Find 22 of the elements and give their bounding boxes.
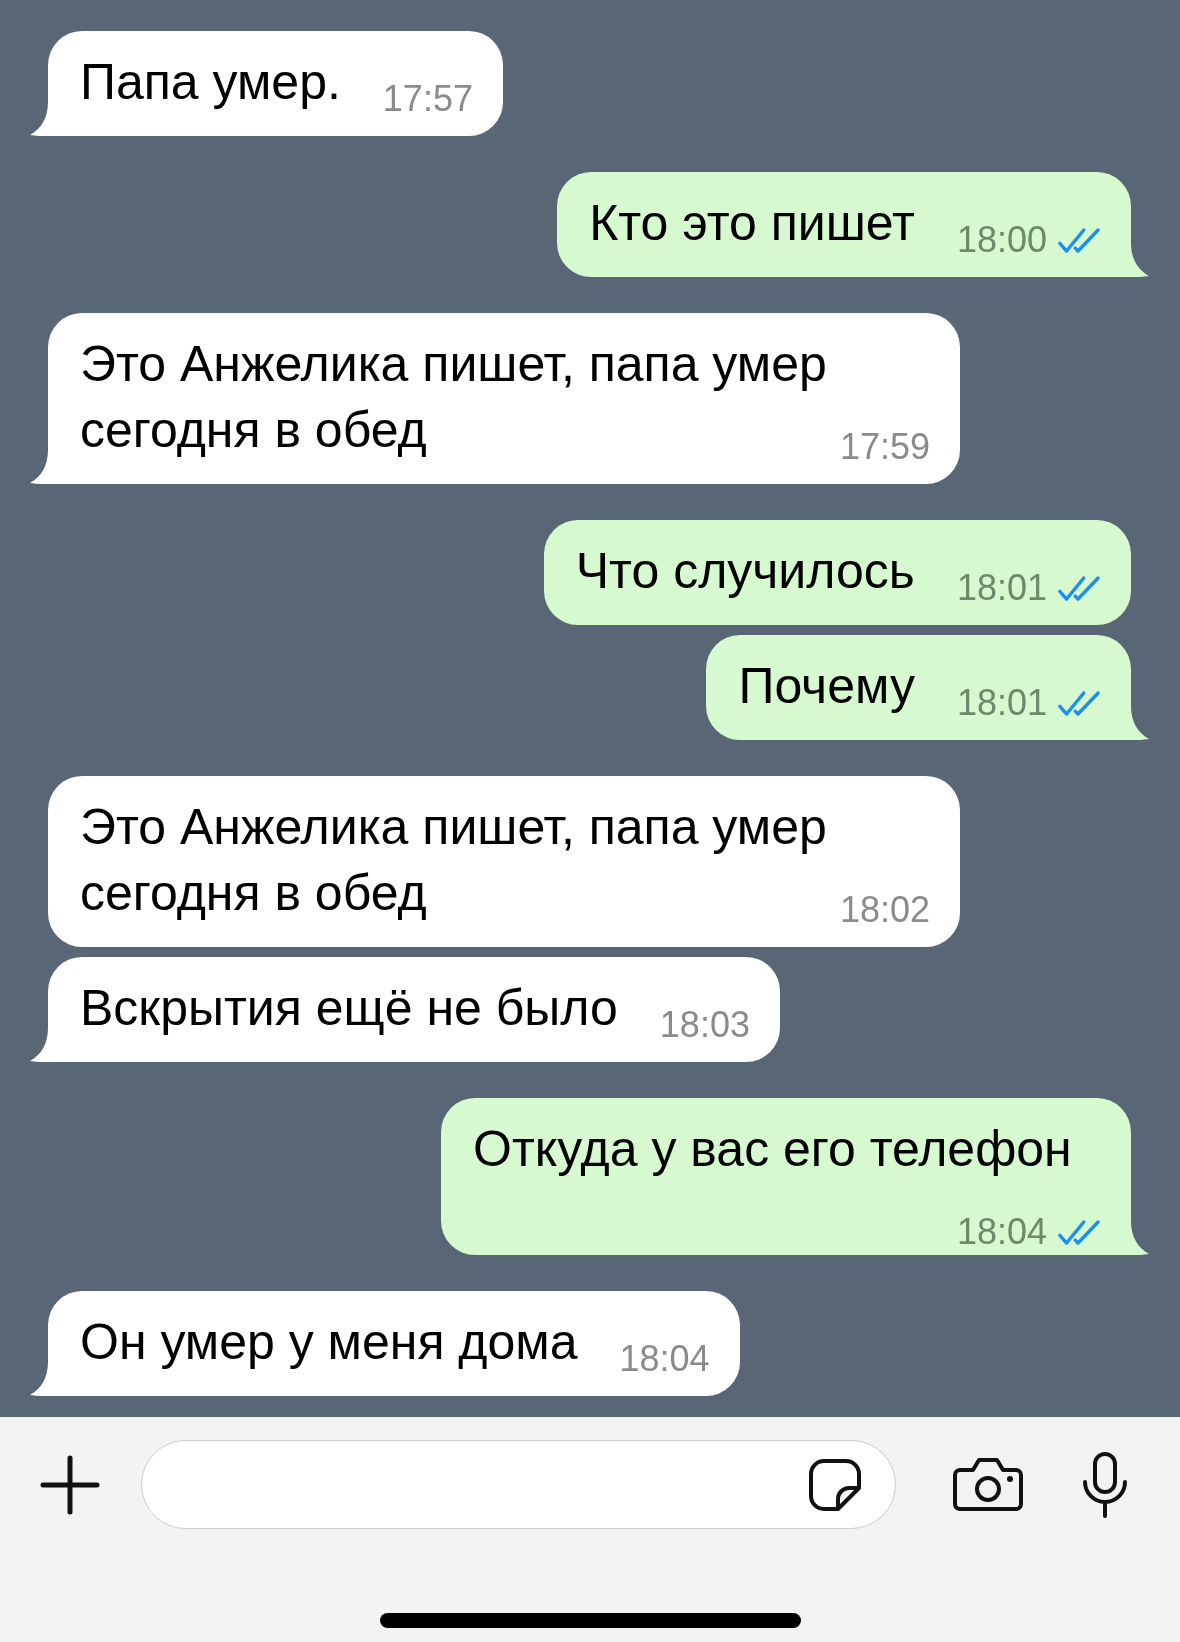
message-time: 18:01: [956, 685, 1047, 721]
message-text: Откуда у вас его телефон: [473, 1121, 1072, 1177]
message-text: Вскрытия ещё не было: [80, 980, 618, 1036]
message-text: Это Анжелика пишет, папа умер сегодня в обед: [80, 336, 827, 458]
message-text: Кто это пишет: [589, 195, 915, 251]
message-time: 18:03: [659, 1007, 750, 1043]
message-time: 18:04: [956, 1214, 1047, 1250]
message-time: 18:02: [839, 892, 930, 928]
message-time: 18:04: [619, 1341, 710, 1377]
message-time: 17:59: [839, 429, 930, 465]
message-time: 17:57: [382, 81, 473, 117]
message-time: 18:01: [956, 570, 1047, 606]
message-text: Что случилось: [575, 543, 915, 599]
message-text: Это Анжелика пишет, папа умер сегодня в обед: [80, 799, 827, 921]
microphone-icon[interactable]: [1081, 1450, 1129, 1519]
message-text: Он умер у меня дома: [80, 1314, 578, 1370]
message-text: Почему: [738, 658, 915, 714]
message-text: Папа умер.: [80, 54, 341, 110]
message-time: 18:00: [956, 222, 1047, 258]
plus-icon[interactable]: [40, 1454, 100, 1515]
camera-icon[interactable]: [953, 1457, 1023, 1512]
sticker-icon[interactable]: [808, 1457, 862, 1512]
